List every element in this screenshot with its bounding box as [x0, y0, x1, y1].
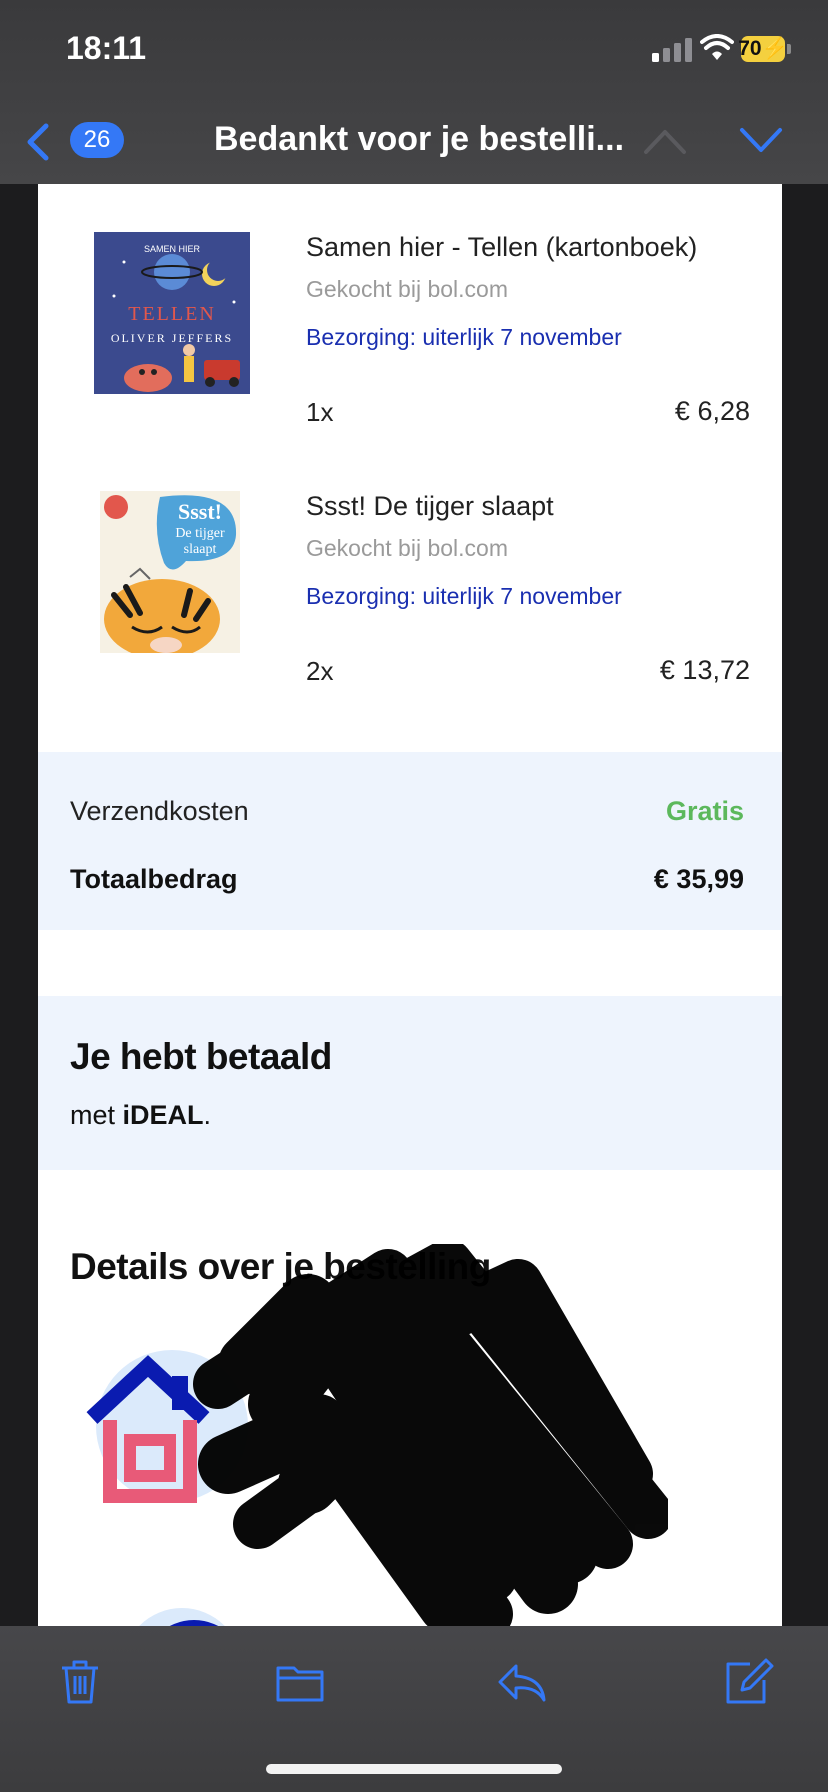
- item-price: € 13,72: [659, 655, 750, 685]
- cover-author-text: OLIVER JEFFERS: [111, 331, 233, 345]
- book-cover-image[interactable]: Ssst! De tijger slaapt: [100, 491, 240, 653]
- payment-prefix: met: [70, 1100, 123, 1130]
- battery-icon: 70 ⚡: [738, 36, 788, 62]
- payment-title: Je hebt betaald: [70, 1036, 332, 1077]
- trash-icon[interactable]: [54, 1656, 106, 1708]
- chevron-down-icon: [740, 128, 782, 152]
- chevron-left-icon: [27, 123, 49, 161]
- top-bar: 18:11 70 ⚡ 26 Bedankt voor je bestelli...: [0, 0, 828, 184]
- item-quantity: 1x: [306, 397, 334, 427]
- shipping-label: Verzendkosten: [70, 796, 249, 826]
- home-indicator[interactable]: [266, 1764, 562, 1774]
- item-seller: Gekocht bij bol.com: [306, 535, 508, 561]
- cover-title-text-3: slaapt: [184, 542, 217, 557]
- item-delivery: Bezorging: uiterlijk 7 november: [306, 583, 622, 609]
- next-message-button[interactable]: [738, 126, 784, 156]
- cover-title-text: TELLEN: [128, 303, 216, 325]
- charging-bolt-icon: ⚡: [761, 37, 788, 60]
- order-totals: Verzendkosten Gratis Totaalbedrag € 35,9…: [38, 752, 782, 930]
- cover-title-text-2: De tijger: [175, 526, 225, 541]
- battery-level: 70: [738, 37, 762, 60]
- compose-icon[interactable]: [722, 1656, 774, 1708]
- back-button[interactable]: [24, 122, 52, 162]
- total-label: Totaalbedrag: [70, 864, 238, 894]
- cover-title-text: Ssst!: [178, 499, 222, 524]
- folder-icon[interactable]: [274, 1656, 326, 1708]
- wifi-icon: [700, 34, 734, 60]
- email-body: SAMEN HIER TELLEN OLIVER JEFFERS Samen h…: [38, 184, 782, 1626]
- item-title[interactable]: Samen hier - Tellen (kartonboek): [306, 232, 697, 263]
- redaction-scribble: [193, 1244, 668, 1626]
- payment-method: iDEAL: [122, 1100, 204, 1130]
- shipping-value: Gratis: [665, 796, 744, 826]
- cellular-signal-icon: [652, 38, 692, 62]
- chevron-up-icon: [644, 130, 686, 154]
- payment-suffix: .: [203, 1100, 212, 1130]
- order-item: SAMEN HIER TELLEN OLIVER JEFFERS Samen h…: [38, 184, 782, 427]
- email-subject-title: Bedankt voor je bestelli...: [214, 120, 625, 158]
- item-price: € 6,28: [674, 396, 750, 426]
- reply-icon[interactable]: [496, 1656, 548, 1708]
- item-delivery: Bezorging: uiterlijk 7 november: [306, 324, 622, 350]
- cover-series-text: SAMEN HIER: [144, 244, 201, 254]
- order-item: Ssst! De tijger slaapt Ssst! De tijger s…: [38, 443, 782, 686]
- unread-count-badge[interactable]: 26: [70, 122, 124, 158]
- previous-message-button[interactable]: [642, 126, 688, 156]
- payment-section: Je hebt betaald met iDEAL.: [38, 996, 782, 1170]
- payment-method-text: met iDEAL.: [70, 1100, 211, 1131]
- total-value: € 35,99: [653, 864, 744, 894]
- status-time: 18:11: [66, 30, 147, 66]
- book-cover-image[interactable]: SAMEN HIER TELLEN OLIVER JEFFERS: [94, 232, 250, 394]
- battery-cap: [787, 44, 791, 54]
- item-seller: Gekocht bij bol.com: [306, 276, 508, 302]
- item-quantity: 2x: [306, 656, 334, 686]
- item-title[interactable]: Ssst! De tijger slaapt: [306, 491, 554, 522]
